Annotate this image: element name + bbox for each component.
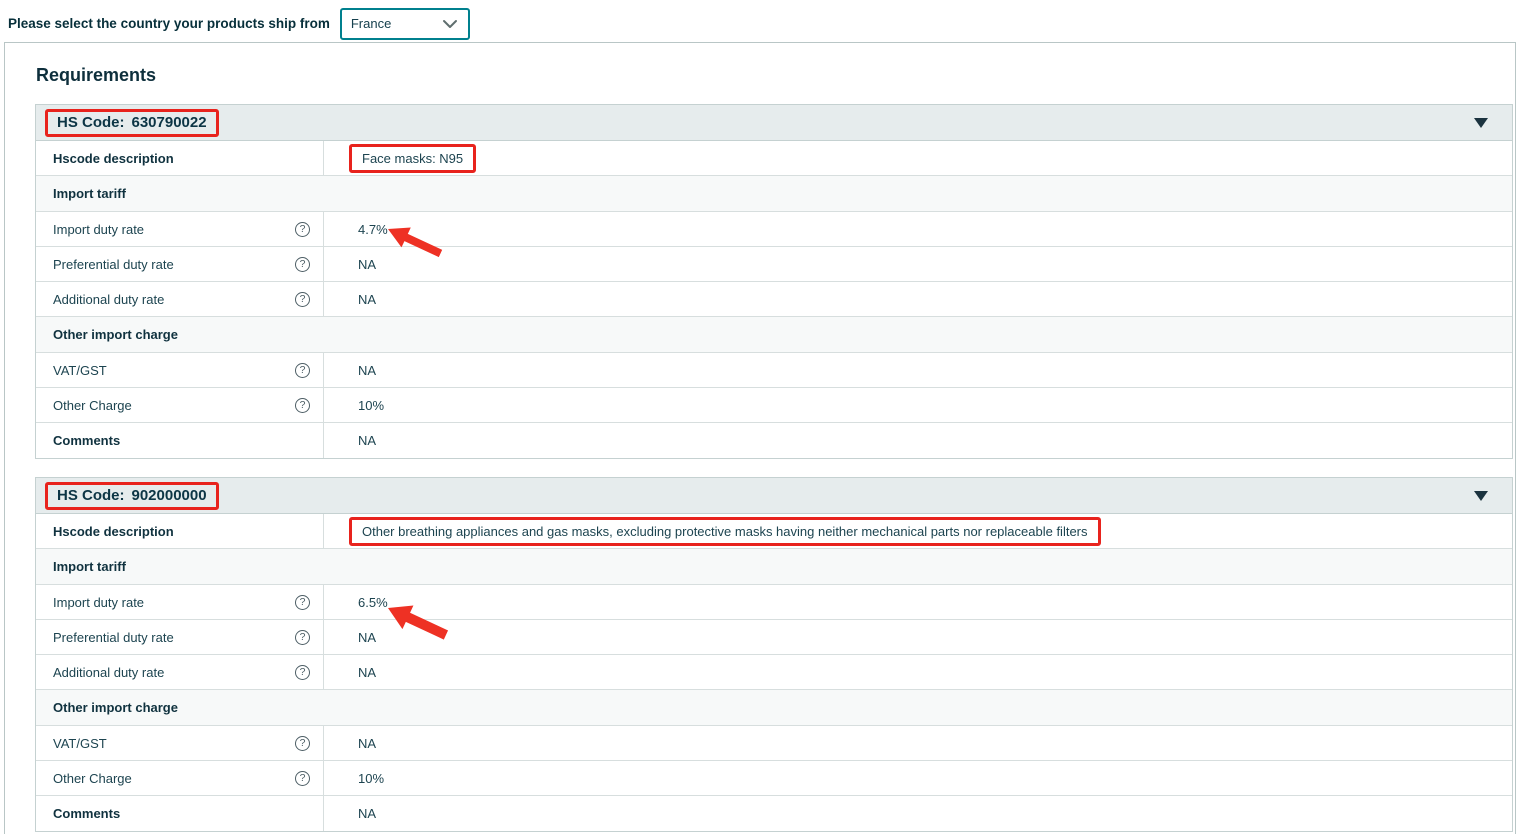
row-label-text: Preferential duty rate [53, 257, 174, 272]
row-label: Comments [36, 796, 324, 831]
table-row: Preferential duty rate ? NA [36, 247, 1512, 282]
row-value: NA [324, 796, 1512, 831]
hs-code-value: 902000000 [132, 487, 207, 504]
section-header-import-tariff: Import tariff [36, 176, 1512, 212]
row-value: NA [324, 282, 1512, 316]
row-value-text: NA [358, 433, 376, 448]
row-label-text: Additional duty rate [53, 292, 164, 307]
help-icon[interactable]: ? [295, 363, 310, 378]
row-value: 10% [324, 761, 1512, 795]
table-row: Additional duty rate ? NA [36, 282, 1512, 317]
row-value: NA [324, 620, 1512, 654]
row-label: Other Charge ? [36, 388, 324, 422]
row-value: NA [324, 655, 1512, 689]
hs-panel-header[interactable]: HS Code: 902000000 [36, 478, 1512, 514]
collapse-chevron-icon[interactable] [1474, 491, 1488, 501]
row-value: 4.7% [324, 212, 1512, 246]
row-value: NA [324, 423, 1512, 458]
help-icon[interactable]: ? [295, 771, 310, 786]
row-value: Other breathing appliances and gas masks… [324, 514, 1512, 548]
row-label-text: Other Charge [53, 771, 132, 786]
row-value-text: 4.7% [358, 222, 388, 237]
row-label: Import duty rate ? [36, 585, 324, 619]
row-value: NA [324, 247, 1512, 281]
help-icon[interactable]: ? [295, 292, 310, 307]
hs-code-annotation-box: HS Code: 902000000 [45, 482, 219, 510]
row-value-text: NA [358, 630, 376, 645]
table-row: Hscode description Face masks: N95 [36, 141, 1512, 176]
row-label-text: Additional duty rate [53, 665, 164, 680]
help-icon[interactable]: ? [295, 736, 310, 751]
country-select-dropdown[interactable]: France [340, 8, 470, 40]
table-row: Preferential duty rate ? NA [36, 620, 1512, 655]
row-value-text: NA [358, 806, 376, 821]
row-value: NA [324, 726, 1512, 760]
row-value-text: NA [358, 363, 376, 378]
table-row: Hscode description Other breathing appli… [36, 514, 1512, 549]
row-value-text: NA [358, 665, 376, 680]
section-header-other-import-charge: Other import charge [36, 317, 1512, 353]
table-row: Import duty rate ? 4.7% [36, 212, 1512, 247]
hs-panel-902000000: HS Code: 902000000 Hscode description Ot… [35, 477, 1513, 832]
row-value: NA [324, 353, 1512, 387]
row-label-text: Import duty rate [53, 595, 144, 610]
description-annotation-box: Other breathing appliances and gas masks… [349, 517, 1101, 546]
page-title: Requirements [36, 65, 1515, 86]
row-value-text: NA [358, 292, 376, 307]
hs-code-annotation-box: HS Code: 630790022 [45, 109, 219, 137]
table-row: Other Charge ? 10% [36, 388, 1512, 423]
hs-code-label: HS Code: [57, 114, 125, 131]
table-row: VAT/GST ? NA [36, 353, 1512, 388]
chevron-down-icon [442, 17, 458, 31]
row-label: Comments [36, 423, 324, 458]
table-row: Comments NA [36, 796, 1512, 831]
table-row: Comments NA [36, 423, 1512, 458]
hs-code-value: 630790022 [132, 114, 207, 131]
row-label-text: Preferential duty rate [53, 630, 174, 645]
section-header-import-tariff: Import tariff [36, 549, 1512, 585]
row-label: Additional duty rate ? [36, 282, 324, 316]
row-label: Preferential duty rate ? [36, 247, 324, 281]
row-value-text: 6.5% [358, 595, 388, 610]
row-label: Other Charge ? [36, 761, 324, 795]
row-label: VAT/GST ? [36, 353, 324, 387]
hs-panel-header[interactable]: HS Code: 630790022 [36, 105, 1512, 141]
hs-panel-630790022: HS Code: 630790022 Hscode description Fa… [35, 104, 1513, 459]
section-header-other-import-charge: Other import charge [36, 690, 1512, 726]
row-value-text: 10% [358, 398, 384, 413]
table-row: Import duty rate ? 6.5% [36, 585, 1512, 620]
description-annotation-box: Face masks: N95 [349, 144, 476, 173]
row-label-text: VAT/GST [53, 736, 107, 751]
help-icon[interactable]: ? [295, 398, 310, 413]
requirements-container: Requirements HS Code: 630790022 Hscode d… [4, 42, 1516, 834]
help-icon[interactable]: ? [295, 257, 310, 272]
row-value-text: NA [358, 736, 376, 751]
row-value-text: 10% [358, 771, 384, 786]
country-selector-label: Please select the country your products … [8, 16, 330, 31]
help-icon[interactable]: ? [295, 630, 310, 645]
row-value: 6.5% [324, 585, 1512, 619]
country-select-value: France [351, 16, 391, 31]
table-row: Other Charge ? 10% [36, 761, 1512, 796]
row-label: Hscode description [36, 514, 324, 548]
table-row: VAT/GST ? NA [36, 726, 1512, 761]
row-label: VAT/GST ? [36, 726, 324, 760]
help-icon[interactable]: ? [295, 665, 310, 680]
help-icon[interactable]: ? [295, 222, 310, 237]
row-value: 10% [324, 388, 1512, 422]
table-row: Additional duty rate ? NA [36, 655, 1512, 690]
collapse-chevron-icon[interactable] [1474, 118, 1488, 128]
country-selector-bar: Please select the country your products … [0, 0, 1520, 42]
row-label-text: Import duty rate [53, 222, 144, 237]
row-value: Face masks: N95 [324, 141, 1512, 175]
help-icon[interactable]: ? [295, 595, 310, 610]
row-label: Preferential duty rate ? [36, 620, 324, 654]
hs-code-label: HS Code: [57, 487, 125, 504]
row-value-text: NA [358, 257, 376, 272]
row-label: Hscode description [36, 141, 324, 175]
row-label-text: Other Charge [53, 398, 132, 413]
row-label-text: VAT/GST [53, 363, 107, 378]
row-label: Additional duty rate ? [36, 655, 324, 689]
row-label: Import duty rate ? [36, 212, 324, 246]
